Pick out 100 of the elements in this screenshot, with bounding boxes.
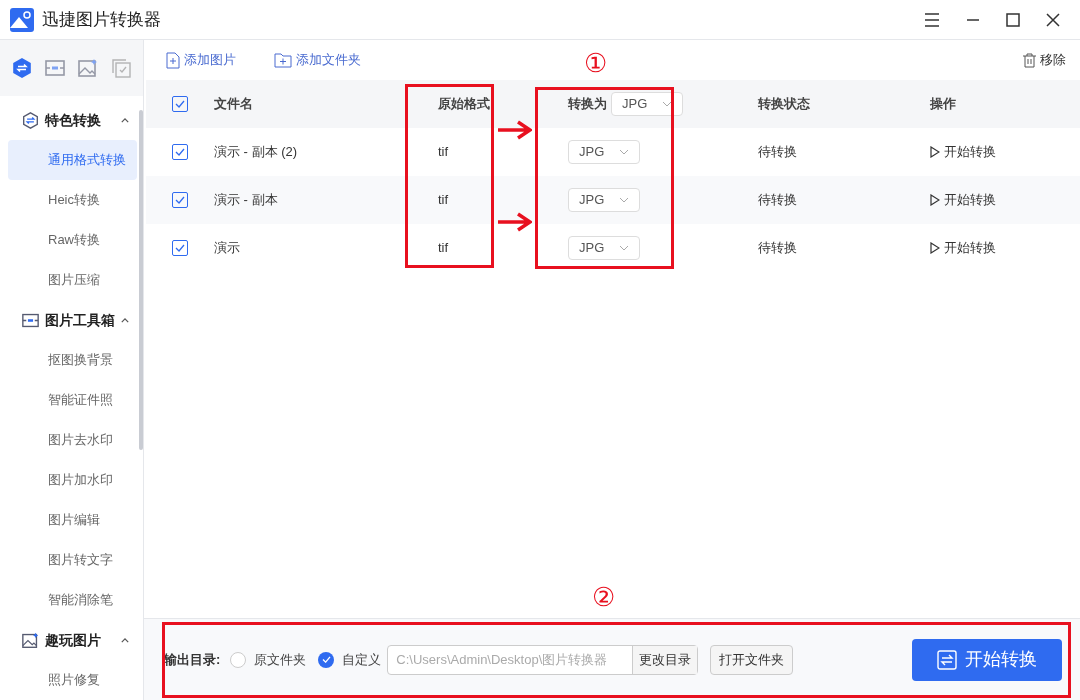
window-title: 迅捷图片转换器 (42, 8, 161, 31)
checkmark-icon (175, 148, 185, 156)
output-directory-label: 输出目录: (164, 650, 221, 669)
checkbox[interactable] (172, 144, 188, 160)
format-value: JPG (579, 239, 605, 258)
checkmark-icon (175, 100, 185, 108)
table-cell-text: tif (438, 143, 449, 162)
arrow-annotation (498, 212, 532, 232)
chevron-icon (619, 149, 629, 155)
radio-option[interactable]: 原文件夹 (230, 649, 307, 670)
swap-icon (937, 649, 957, 670)
chevron-icon (619, 245, 629, 251)
table-cell-text: 待转换 (758, 191, 797, 210)
chevron-icon (121, 317, 129, 323)
hexagon-swap-icon (22, 111, 39, 129)
table-cell-text: tif (438, 191, 449, 210)
chevron-icon (619, 197, 629, 203)
column-header: 原始格式 (438, 95, 490, 114)
format-select[interactable]: JPG (568, 188, 640, 212)
arrow-annotation (498, 120, 532, 140)
table-cell-text: 演示 - 副本 (214, 191, 278, 210)
play-icon (930, 146, 940, 158)
sidebar-item[interactable]: Raw转换 (8, 220, 137, 260)
start-conversion-button[interactable]: 开始转换 (912, 638, 1062, 681)
menu-icon[interactable] (924, 12, 940, 27)
sidebar-item[interactable]: 智能消除笔 (8, 580, 137, 620)
column-header: 转换状态 (758, 95, 810, 114)
radio-option[interactable]: 自定义 (318, 649, 382, 670)
sidebar-item[interactable]: 图片编辑 (8, 500, 137, 540)
add-image-button[interactable]: 添加图片 (166, 50, 236, 70)
image-sparkle-icon (77, 58, 98, 78)
annotation-number: ② (592, 584, 615, 610)
sidebar-item[interactable]: 图片加水印 (8, 460, 137, 500)
play-icon (930, 242, 940, 254)
app-logo-icon (10, 7, 34, 32)
format-select[interactable]: JPG (568, 140, 640, 164)
format-value: JPG (579, 191, 605, 210)
table-cell-text: tif (438, 239, 449, 258)
sidebar-group-header[interactable]: 特色转换 (0, 100, 137, 140)
toolbox-icon (45, 58, 66, 78)
start-conversion-link[interactable]: 开始转换 (930, 142, 996, 162)
maximize-icon[interactable] (1006, 12, 1020, 27)
change-directory-button[interactable]: 更改目录 (632, 645, 698, 674)
format-select[interactable]: JPG (611, 92, 683, 116)
close-icon[interactable] (1046, 12, 1060, 27)
remove-button[interactable]: 移除 (1023, 50, 1066, 70)
sidebar-item[interactable]: 图片转文字 (8, 540, 137, 580)
radio-button[interactable] (230, 651, 247, 668)
start-conversion-link[interactable]: 开始转换 (930, 238, 996, 258)
sidebar-item[interactable]: 抠图换背景 (8, 340, 137, 380)
open-folder-button[interactable]: 打开文件夹 (710, 644, 794, 675)
checkbox[interactable] (172, 96, 188, 112)
chevron-icon (121, 117, 129, 123)
sidebar-item[interactable]: 智能证件照 (8, 380, 137, 420)
checkmark-icon (175, 196, 185, 204)
scrollbar[interactable] (139, 110, 143, 450)
chevron-icon (121, 637, 129, 643)
sidebar-group-label: 图片工具箱 (45, 310, 115, 330)
sidebar-item[interactable]: Heic转换 (8, 180, 137, 220)
checkmark-icon (175, 244, 185, 252)
table-cell-text: 演示 (214, 239, 240, 258)
annotation-number: ① (584, 50, 607, 76)
radio-label: 原文件夹 (254, 650, 307, 669)
play-icon (930, 194, 940, 206)
column-header: 操作 (930, 95, 956, 114)
hexagon-swap-icon (12, 58, 33, 78)
sidebar-item[interactable]: 图片压缩 (8, 260, 137, 300)
column-header: 文件名 (214, 95, 253, 114)
sidebar-item[interactable]: 通用格式转换 (8, 140, 137, 180)
sidebar-group-header[interactable]: 趣玩图片 (0, 620, 137, 660)
sidebar-group-header[interactable]: 图片工具箱 (0, 300, 137, 340)
format-value: JPG (579, 143, 605, 162)
checkbox[interactable] (172, 192, 188, 208)
format-select[interactable]: JPG (568, 236, 640, 260)
sidebar-group-label: 特色转换 (45, 110, 101, 130)
start-conversion-link[interactable]: 开始转换 (930, 190, 996, 210)
sidebar-item[interactable]: 照片修复 (8, 660, 137, 700)
table-cell-text: 演示 - 副本 (2) (214, 143, 298, 162)
image-sparkle-icon (22, 631, 39, 649)
radio-button[interactable] (318, 651, 335, 668)
radio-label: 自定义 (342, 650, 382, 669)
table-cell-text: 待转换 (758, 143, 797, 162)
add-folder-button[interactable]: 添加文件夹 (274, 50, 361, 70)
sidebar-tab[interactable] (11, 57, 34, 79)
column-header: 转换为 (568, 95, 607, 114)
checkbox[interactable] (172, 240, 188, 256)
trash-icon (1023, 52, 1036, 68)
copy-check-icon (110, 58, 131, 78)
sidebar-tab[interactable] (44, 57, 67, 79)
file-plus-icon (166, 51, 180, 69)
format-value: JPG (622, 95, 648, 114)
sidebar-group-label: 趣玩图片 (45, 630, 101, 650)
toolbox-icon (22, 311, 39, 329)
folder-plus-icon (274, 52, 292, 68)
sidebar-item[interactable]: 图片去水印 (8, 420, 137, 460)
sidebar-tab[interactable] (76, 57, 99, 79)
table-cell-text: 待转换 (758, 239, 797, 258)
checkmark-icon (321, 656, 331, 663)
chevron-icon (662, 101, 672, 107)
output-path-field[interactable]: C:\Users\Admin\Desktop\图片转换器 更改目录 (387, 644, 699, 675)
